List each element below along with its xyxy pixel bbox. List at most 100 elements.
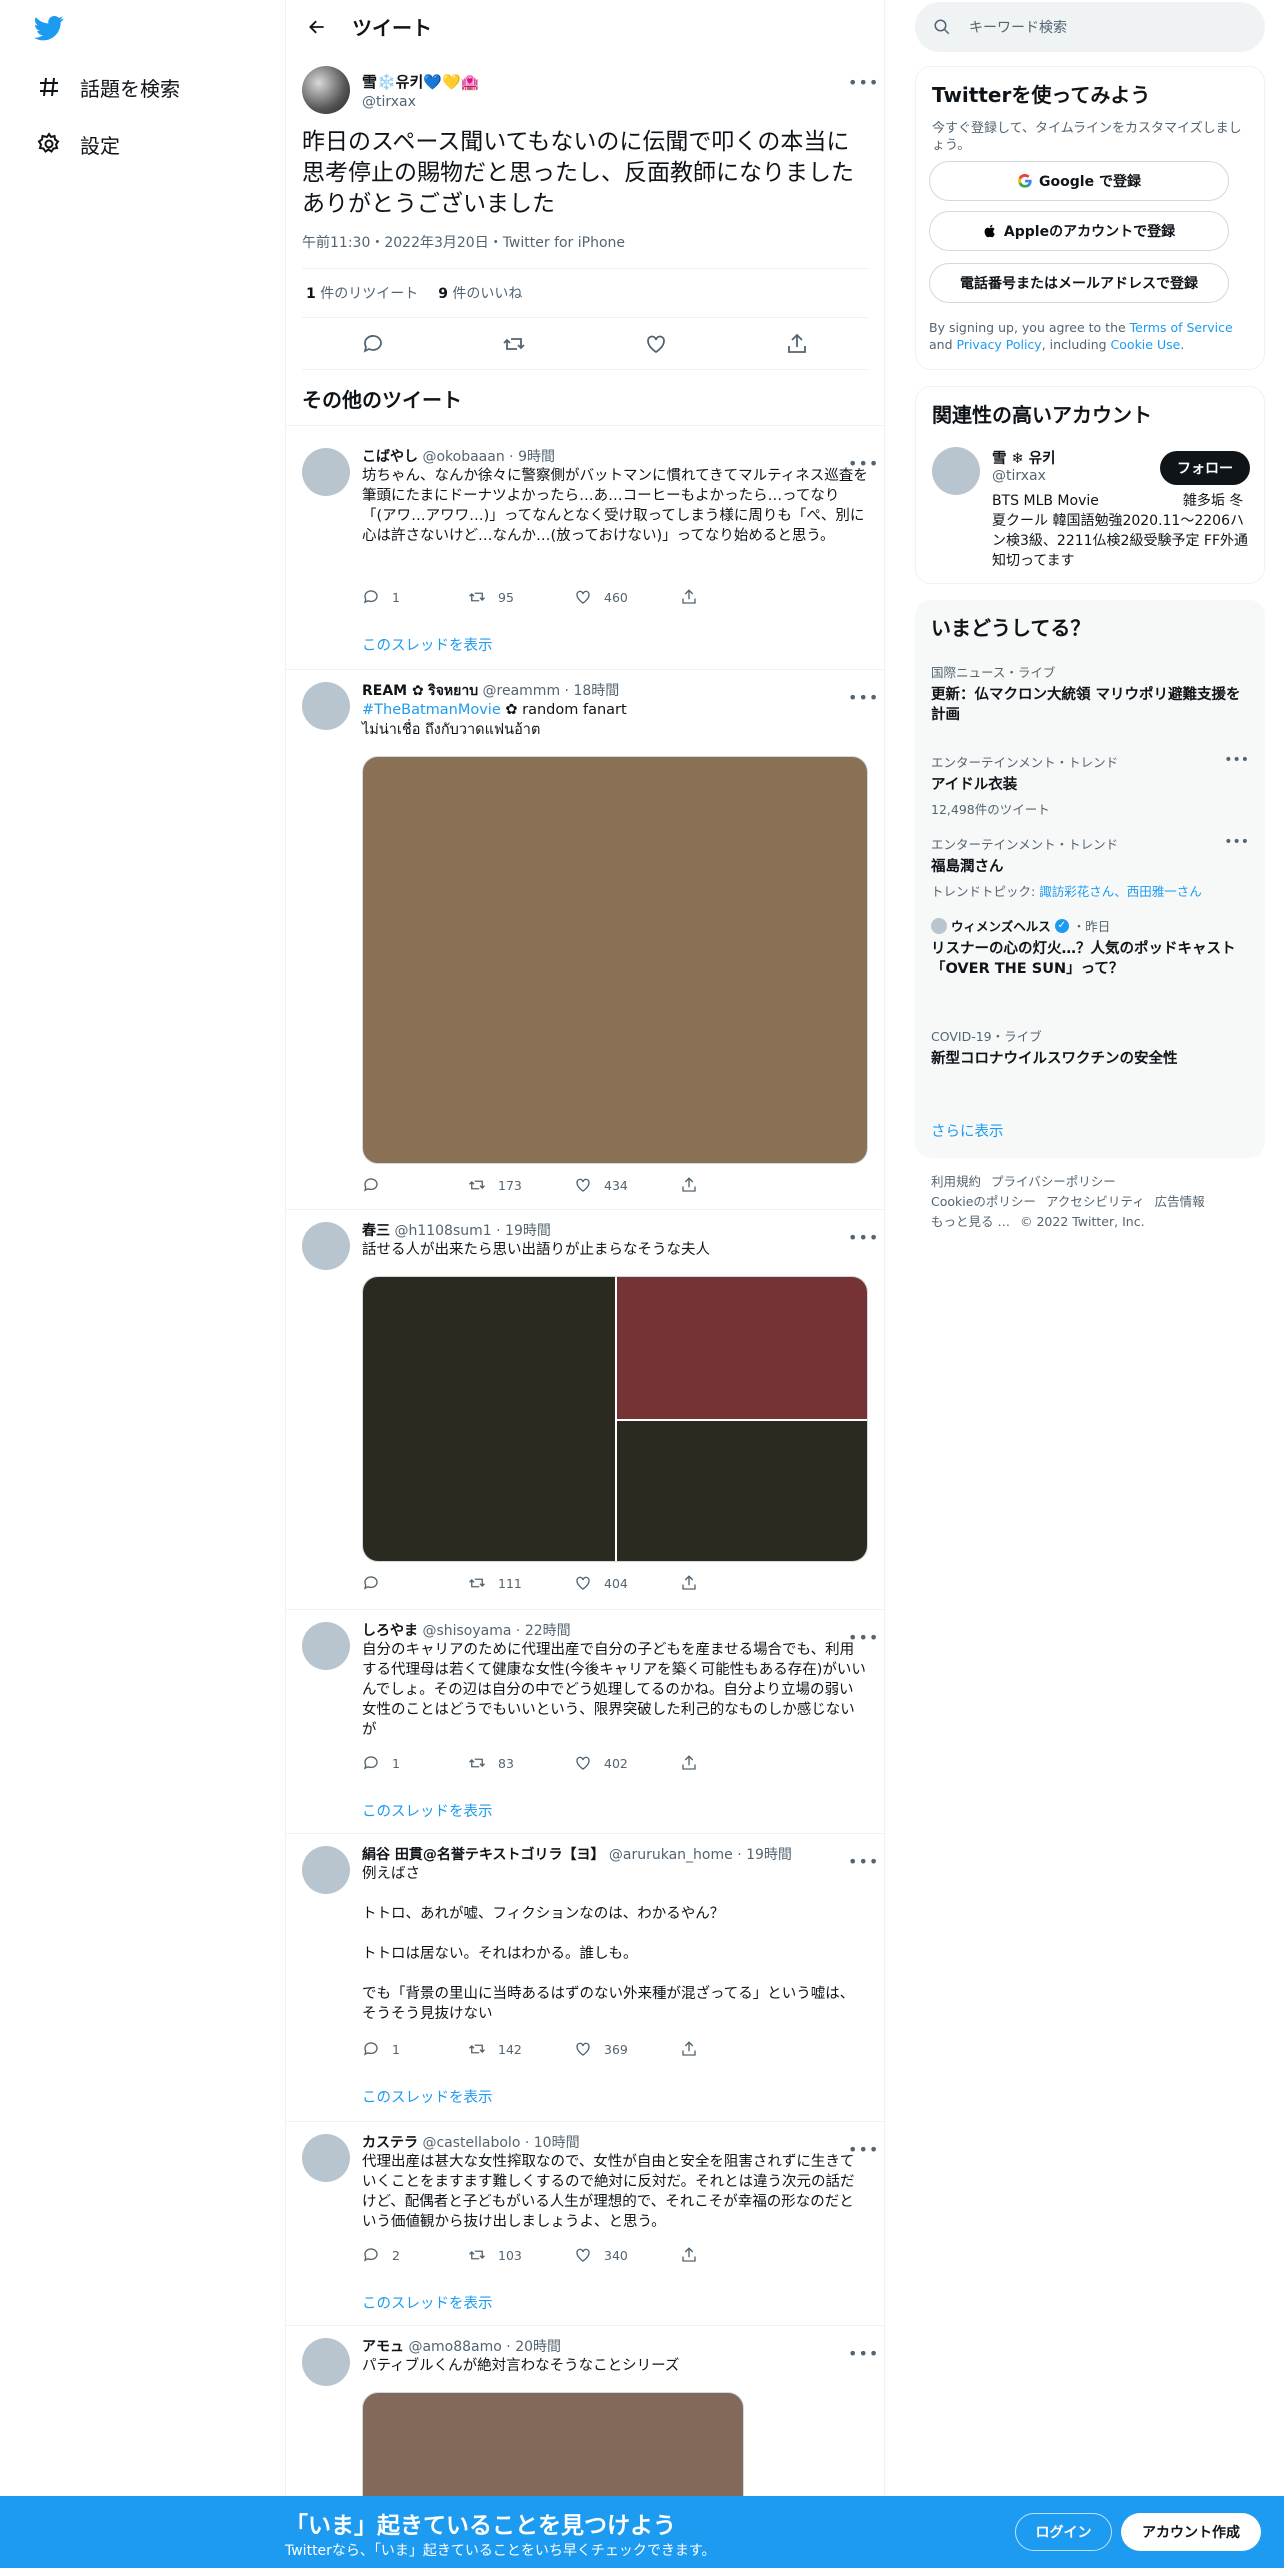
show-thread-link[interactable]: このスレッドを表示 xyxy=(362,2086,493,2107)
related-account-handle[interactable]: @tirxax xyxy=(992,468,1046,484)
show-more-link[interactable]: さらに表示 xyxy=(931,1120,1004,1141)
like-button[interactable]: 404 xyxy=(574,1574,680,1592)
tweet-card[interactable]: カステラ @castellabolo · 10時間 代理出産は甚大な女性搾取なの… xyxy=(286,2122,884,2326)
more-options-icon[interactable]: ••• xyxy=(848,2344,878,2364)
tweet-timestamp[interactable]: 午前11:30・2022年3月20日・Twitter for iPhone xyxy=(302,232,868,269)
footer-more-link[interactable]: もっと見る … xyxy=(931,1214,1010,1229)
more-options-icon[interactable]: ••• xyxy=(1224,834,1249,850)
more-options-icon[interactable]: ••• xyxy=(848,73,878,93)
retweet-count[interactable]: 1 件のリツイート xyxy=(306,283,418,303)
avatar[interactable] xyxy=(302,682,350,730)
search-input[interactable]: キーワード検索 xyxy=(915,2,1265,52)
retweet-icon[interactable] xyxy=(502,332,526,356)
footer-link[interactable]: 利用規約 xyxy=(931,1174,981,1189)
like-icon[interactable] xyxy=(644,332,668,356)
like-button[interactable]: 340 xyxy=(574,2246,680,2264)
like-count[interactable]: 9 件のいいね xyxy=(438,283,522,303)
reply-button[interactable] xyxy=(362,1574,468,1592)
avatar[interactable] xyxy=(302,2338,350,2386)
terms-link[interactable]: Terms of Service xyxy=(1130,320,1233,335)
tweet-image[interactable] xyxy=(362,756,868,1164)
login-button[interactable]: ログイン xyxy=(1015,2513,1112,2551)
share-icon xyxy=(682,1755,696,1770)
related-account-name[interactable]: 雪 ❄ 유키 xyxy=(992,447,1055,468)
reply-button[interactable] xyxy=(362,1176,468,1194)
trend-item[interactable]: COVID-19・ライブ 新型コロナウイルスワクチンの安全性 xyxy=(931,1026,1249,1069)
avatar[interactable] xyxy=(302,1846,350,1894)
phone-email-signup-button[interactable]: 電話番号またはメールアドレスで登録 xyxy=(929,263,1229,303)
more-options-icon[interactable]: ••• xyxy=(848,2140,878,2160)
retweet-button[interactable]: 83 xyxy=(468,1754,574,1772)
share-button[interactable] xyxy=(680,2040,786,2058)
more-options-icon[interactable]: ••• xyxy=(848,1228,878,1248)
more-options-icon[interactable]: ••• xyxy=(848,454,878,474)
nav-explore[interactable]: 話題を検索 xyxy=(36,65,180,109)
copyright: © 2022 Twitter, Inc. xyxy=(1019,1214,1145,1229)
related-title: 関連性の高いアカウント xyxy=(932,403,1152,427)
tweet-card[interactable]: こばやし @okobaaan · 9時間 坊ちゃん、なんか徐々に警察側がバットマ… xyxy=(286,436,884,670)
twitter-logo-icon[interactable] xyxy=(31,13,67,43)
create-account-button[interactable]: アカウント作成 xyxy=(1121,2513,1261,2551)
avatar[interactable] xyxy=(302,448,350,496)
cookie-link[interactable]: Cookie Use xyxy=(1111,337,1181,352)
show-thread-link[interactable]: このスレッドを表示 xyxy=(362,634,493,655)
reply-button[interactable]: 2 xyxy=(362,2246,468,2264)
reply-button[interactable]: 1 xyxy=(362,588,468,606)
share-button[interactable] xyxy=(680,2246,786,2264)
hashtag-link[interactable]: #TheBatmanMovie xyxy=(362,702,501,718)
trend-item[interactable]: エンターテインメント・トレンド 福島潤さん トレンドトピック: 諏訪彩花さん、西… xyxy=(931,834,1249,900)
trend-item[interactable]: ウィメンズヘルス ✓ ・昨日 リスナーの心の灯火…？人気のポッドキャスト「OVE… xyxy=(931,916,1249,979)
like-button[interactable]: 460 xyxy=(574,588,680,606)
avatar[interactable] xyxy=(302,66,350,114)
tweet-card[interactable]: 春三 @h1108sum1 · 19時間 話せる人が出来たら思い出語りが止まらな… xyxy=(286,1210,884,1610)
share-button[interactable] xyxy=(680,1176,786,1194)
like-button[interactable]: 434 xyxy=(574,1176,680,1194)
nav-settings[interactable]: 設定 xyxy=(36,122,120,166)
footer-link[interactable]: アクセシビリティ xyxy=(1046,1194,1145,1209)
tweet-actions: 1 142 369 xyxy=(362,2040,786,2058)
retweet-button[interactable]: 142 xyxy=(468,2040,574,2058)
reply-button[interactable]: 1 xyxy=(362,2040,468,2058)
footer-link[interactable]: 広告情報 xyxy=(1155,1194,1205,1209)
footer-link[interactable]: プライバシーポリシー xyxy=(991,1174,1116,1189)
reply-icon[interactable] xyxy=(361,332,385,356)
tweet-card[interactable]: REAM ✿ ริจหยาบ @reammm · 18時間 #TheBatman… xyxy=(286,670,884,1210)
more-options-icon[interactable]: ••• xyxy=(848,688,878,708)
share-button[interactable] xyxy=(680,1574,786,1592)
back-arrow-icon[interactable] xyxy=(302,12,332,42)
privacy-link[interactable]: Privacy Policy xyxy=(957,337,1042,352)
more-options-icon[interactable]: ••• xyxy=(848,1852,878,1872)
like-button[interactable]: 369 xyxy=(574,2040,680,2058)
follow-button[interactable]: フォロー xyxy=(1160,451,1250,485)
share-icon[interactable] xyxy=(785,332,809,356)
tweet-image[interactable] xyxy=(617,1277,867,1419)
retweet-button[interactable]: 111 xyxy=(468,1574,574,1592)
trend-item[interactable]: エンターテインメント・トレンド アイドル衣装 12,498件のツイート ••• xyxy=(931,752,1249,818)
footer-link[interactable]: Cookieのポリシー xyxy=(931,1194,1036,1209)
avatar[interactable] xyxy=(302,1222,350,1270)
author-handle[interactable]: @tirxax xyxy=(362,94,479,110)
trend-item[interactable]: 国際ニュース・ライブ 更新：仏マクロン大統領 マリウポリ避難支援を計画 xyxy=(931,662,1249,725)
retweet-button[interactable]: 95 xyxy=(468,588,574,606)
more-options-icon[interactable]: ••• xyxy=(1224,752,1249,768)
share-button[interactable] xyxy=(680,1754,786,1772)
avatar[interactable] xyxy=(932,447,980,495)
bottom-bar-title: 「いま」起きていることを見つけよう xyxy=(285,2513,676,2539)
reply-button[interactable]: 1 xyxy=(362,1754,468,1772)
retweet-button[interactable]: 103 xyxy=(468,2246,574,2264)
avatar[interactable] xyxy=(302,2134,350,2182)
author-name[interactable]: 雪❄️유키💙💛🏩 xyxy=(362,71,479,92)
tweet-image[interactable] xyxy=(617,1421,867,1561)
avatar[interactable] xyxy=(302,1622,350,1670)
show-thread-link[interactable]: このスレッドを表示 xyxy=(362,1800,493,1821)
more-options-icon[interactable]: ••• xyxy=(848,1628,878,1648)
share-button[interactable] xyxy=(680,588,786,606)
google-signup-button[interactable]: Google で登録 xyxy=(929,161,1229,201)
tweet-card[interactable]: 絹谷 田貫@名誉テキストゴリラ【ヨ】 @arurukan_home · 19時間… xyxy=(286,1834,884,2122)
tweet-card[interactable]: しろやま @shisoyama · 22時間 自分のキャリアのために代理出産で自… xyxy=(286,1610,884,1834)
like-button[interactable]: 402 xyxy=(574,1754,680,1772)
tweet-image[interactable] xyxy=(363,1277,615,1561)
show-thread-link[interactable]: このスレッドを表示 xyxy=(362,2292,493,2313)
retweet-button[interactable]: 173 xyxy=(468,1176,574,1194)
apple-signup-button[interactable]: Appleのアカウントで登録 xyxy=(929,211,1229,251)
